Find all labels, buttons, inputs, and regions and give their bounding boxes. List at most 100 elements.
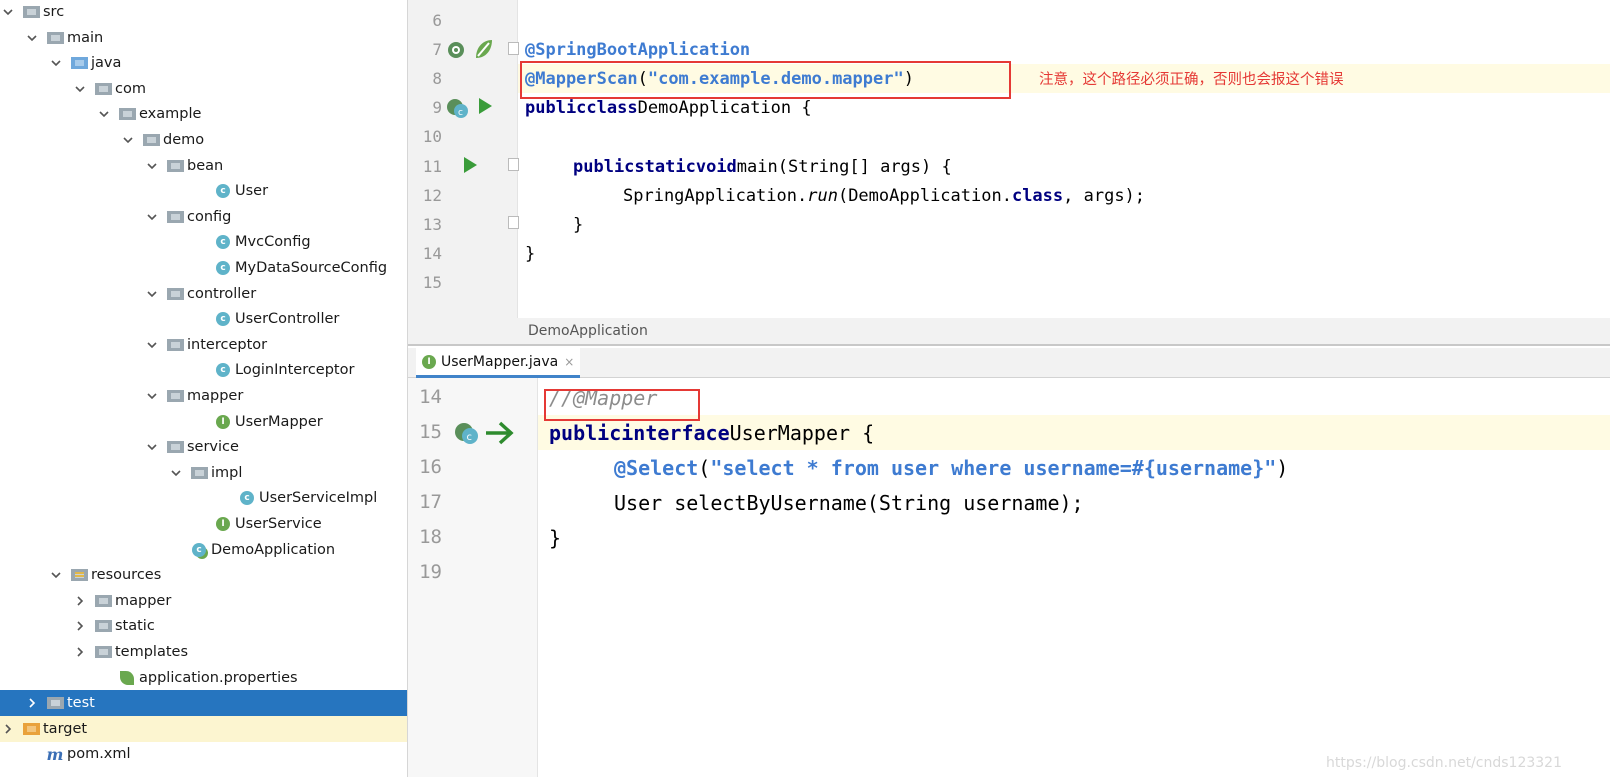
tree-item-label: MyDataSourceConfig (235, 260, 388, 276)
editor-usermapper[interactable]: 14 15 16 17 18 19 c //@Mapper public int… (408, 378, 1610, 777)
tree-item-label: UserService (235, 516, 322, 532)
tree-item-pom-xml[interactable]: m pom.xml (0, 741, 407, 767)
chevron-down-icon[interactable] (144, 439, 160, 455)
run-icon[interactable] (479, 98, 492, 114)
svg-text:c: c (467, 432, 473, 443)
tree-item-resources[interactable]: resources (0, 562, 407, 588)
tree-item-label: bean (187, 157, 224, 174)
fold-icon[interactable] (508, 216, 519, 229)
code-line[interactable]: } (549, 520, 561, 555)
package-icon (94, 81, 112, 97)
tree-item-demoapplication[interactable]: c DemoApplication (0, 537, 407, 563)
chevron-down-icon[interactable] (144, 337, 160, 353)
chevron-right-icon[interactable] (72, 593, 88, 609)
line-number: 11 (422, 157, 442, 176)
tree-item-templates[interactable]: templates (0, 639, 407, 665)
tree-item-mydatasourceconfig[interactable]: c MyDataSourceConfig (0, 255, 407, 281)
chevron-down-icon[interactable] (48, 55, 64, 71)
chevron-right-icon[interactable] (72, 644, 88, 660)
implemented-by-arrow-icon[interactable] (484, 420, 516, 446)
tree-item-test[interactable]: test (0, 690, 407, 717)
chevron-down-icon[interactable] (0, 4, 16, 20)
tree-item-userservice[interactable]: I UserService (0, 511, 407, 537)
spring-bean-icon[interactable] (446, 40, 466, 60)
package-icon (118, 106, 136, 122)
tree-item-label: MvcConfig (235, 234, 311, 251)
tree-item-label: impl (211, 464, 243, 481)
tree-item-label: templates (115, 644, 189, 660)
gutter: 6 7 8 9 10 11 12 13 14 15 c (408, 0, 519, 318)
tree-item-usercontroller[interactable]: c UserController (0, 306, 407, 332)
chevron-right-icon[interactable] (24, 695, 40, 711)
tree-item-label: static (115, 618, 155, 635)
fold-icon[interactable] (508, 42, 519, 55)
chevron-right-icon[interactable] (72, 618, 88, 634)
folder-icon (94, 593, 112, 609)
maven-icon: m (46, 744, 64, 764)
fold-icon[interactable] (508, 158, 519, 171)
tree-item-demo[interactable]: demo (0, 127, 407, 153)
tree-item-service[interactable]: service (0, 434, 407, 460)
tree-item-application-properties[interactable]: application.properties (0, 665, 407, 691)
folder-icon (46, 30, 64, 46)
interface-icon: I (214, 414, 232, 430)
run-icon[interactable] (464, 157, 477, 173)
tree-item-controller[interactable]: controller (0, 281, 407, 307)
chevron-down-icon[interactable] (96, 106, 112, 122)
code-line[interactable]: } (525, 239, 1610, 268)
tree-item-user[interactable]: c User (0, 178, 407, 204)
code-line[interactable]: public static void main(String[] args) { (525, 152, 1610, 181)
spring-class-icon[interactable]: c (446, 97, 470, 119)
tree-item-main[interactable]: main (0, 25, 407, 51)
tree-item-target[interactable]: target (0, 715, 407, 742)
tree-item-src[interactable]: src (0, 0, 407, 25)
breadcrumb-item[interactable]: DemoApplication (528, 323, 648, 339)
tree-item-impl[interactable]: impl (0, 460, 407, 486)
tree-item-static[interactable]: static (0, 613, 407, 639)
line-number: 14 (419, 386, 442, 408)
tree-item-usermapper[interactable]: I UserMapper (0, 409, 407, 435)
tree-item-label: test (67, 695, 95, 712)
tree-item-interceptor[interactable]: interceptor (0, 332, 407, 358)
tree-item-bean[interactable]: bean (0, 153, 407, 179)
line-number: 14 (422, 244, 442, 263)
breadcrumb[interactable]: DemoApplication (408, 318, 1610, 346)
tree-item-label: UserController (235, 311, 340, 328)
chevron-down-icon[interactable] (144, 286, 160, 302)
tree-item-userserviceimpl[interactable]: c UserServiceImpl (0, 485, 407, 511)
tree-item-example[interactable]: example (0, 101, 407, 127)
editor-demoapplication[interactable]: 6 7 8 9 10 11 12 13 14 15 c @SpringBootA… (408, 0, 1610, 318)
tree-item-java[interactable]: java (0, 50, 407, 76)
code-line[interactable]: SpringApplication. run (DemoApplication. cl… (525, 181, 1610, 210)
chevron-down-icon[interactable] (168, 465, 184, 481)
package-icon (166, 439, 184, 455)
tree-item-mapper[interactable]: mapper (0, 588, 407, 614)
spring-boot-class-icon: c (190, 542, 208, 558)
code-line[interactable]: @Select("select * from user where userna… (549, 450, 1288, 485)
chevron-down-icon[interactable] (144, 388, 160, 404)
chevron-down-icon[interactable] (48, 567, 64, 583)
tree-item-com[interactable]: com (0, 76, 407, 102)
spring-class-icon[interactable]: c (454, 421, 480, 445)
line-number: 9 (432, 98, 442, 117)
package-icon (166, 286, 184, 302)
chevron-down-icon[interactable] (24, 30, 40, 46)
interface-icon: I (214, 516, 232, 532)
tree-item-logininterceptor[interactable]: c LoginInterceptor (0, 357, 407, 383)
code-line[interactable]: } (525, 210, 1610, 239)
chevron-down-icon[interactable] (120, 132, 136, 148)
tree-item-config[interactable]: config (0, 204, 407, 230)
spring-leaf-icon[interactable] (474, 38, 494, 60)
code-line[interactable]: User selectByUsername(String username); (549, 485, 1084, 520)
tree-item-mvcconfig[interactable]: c MvcConfig (0, 229, 407, 255)
chevron-down-icon[interactable] (72, 81, 88, 97)
chevron-down-icon[interactable] (144, 209, 160, 225)
tab-usermapper[interactable]: I UserMapper.java × (416, 348, 581, 378)
close-icon[interactable]: × (564, 355, 574, 369)
chevron-right-icon[interactable] (0, 721, 16, 737)
package-icon (166, 158, 184, 174)
tree-item-mapper[interactable]: mapper (0, 383, 407, 409)
chevron-down-icon[interactable] (144, 158, 160, 174)
excluded-folder-icon (22, 721, 40, 737)
code-line[interactable]: @SpringBootApplication (525, 35, 1610, 64)
